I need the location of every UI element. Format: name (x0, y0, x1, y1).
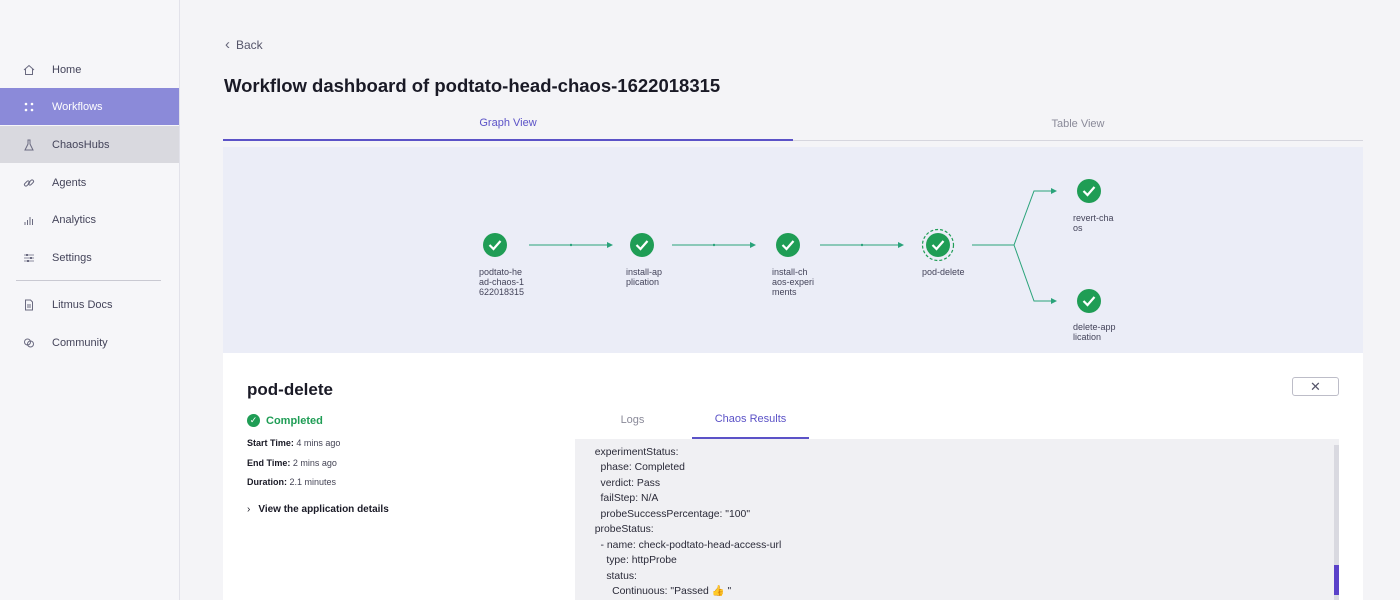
status-badge: ✓ Completed (247, 414, 323, 427)
end-time-label: End Time: (247, 458, 291, 468)
sidebar-divider (16, 280, 161, 281)
duration-value: 2.1 minutes (289, 477, 337, 487)
bar-chart-icon (22, 213, 36, 227)
view-application-details-label: View the application details (258, 504, 389, 515)
node-title: pod-delete (247, 380, 333, 399)
edge-pod-delete-delete-app (1013, 244, 1057, 304)
tab-table-view[interactable]: Table View (793, 106, 1363, 141)
node-status-icon (630, 233, 654, 257)
sidebar-item-label: ChaosHubs (52, 138, 110, 151)
node-label-line: podtato-he (479, 267, 522, 277)
chevron-right-icon: › (247, 504, 251, 515)
chevron-left-icon: ‹ (225, 36, 230, 53)
node-label-line: aos-experi (772, 277, 814, 287)
sidebar-item-settings[interactable]: Settings (0, 239, 179, 276)
page-title: Workflow dashboard of podtato-head-chaos… (224, 75, 721, 96)
sidebar-item-community[interactable]: Community (0, 324, 179, 361)
duration: Duration: 2.1 minutes (247, 477, 336, 487)
node-label-line: ments (772, 287, 797, 297)
sidebar-item-workflows[interactable]: Workflows (0, 88, 179, 125)
chaos-results-text: status: experimentStatus: phase: Complet… (589, 439, 782, 597)
node-label-line: install-ch (772, 267, 808, 277)
sidebar-item-label: Workflows (52, 100, 103, 113)
node-label-line: pod-delete (922, 267, 965, 277)
graph-node-revert-chaos: revert-cha os (1073, 179, 1114, 233)
node-label-line: plication (626, 277, 659, 287)
node-label-line: install-ap (626, 267, 662, 277)
end-time: End Time: 2 mins ago (247, 458, 337, 468)
workflows-icon (22, 100, 36, 114)
result-tabs: Logs Chaos Results (575, 400, 1339, 439)
sidebar: Home Workflows ChaosHubs Agents Analytic… (0, 0, 180, 600)
sidebar-item-label: Litmus Docs (52, 298, 113, 311)
edge-pod-delete-revert (972, 188, 1057, 246)
sidebar-item-analytics[interactable]: Analytics (0, 201, 179, 238)
view-application-details[interactable]: › View the application details (247, 504, 389, 515)
home-icon (22, 63, 36, 77)
start-time-label: Start Time: (247, 438, 294, 448)
check-circle-icon: ✓ (247, 414, 260, 427)
sidebar-item-agents[interactable]: Agents (0, 164, 179, 201)
close-icon: ✕ (1310, 378, 1321, 394)
node-status-icon (483, 233, 507, 257)
end-time-value: 2 mins ago (292, 458, 337, 468)
node-status-icon (1077, 179, 1101, 203)
node-label-line: delete-app (1073, 322, 1116, 332)
graph-node-root: podtato-he ad-chaos-1 622018315 (479, 233, 524, 297)
sidebar-item-label: Agents (52, 176, 87, 189)
document-icon (22, 298, 36, 312)
graph-node-delete-application: delete-app lication (1073, 289, 1116, 342)
tab-logs[interactable]: Logs (575, 400, 690, 439)
chaos-results-viewer[interactable]: status: experimentStatus: phase: Complet… (575, 439, 1339, 600)
workflow-graph[interactable]: podtato-he ad-chaos-1 622018315 install-… (223, 147, 1363, 353)
node-label-line: ad-chaos-1 (479, 277, 524, 287)
sidebar-item-label: Settings (52, 251, 92, 264)
sidebar-item-home[interactable]: Home (0, 51, 179, 88)
back-button[interactable]: ‹ Back (225, 36, 263, 53)
duration-label: Duration: (247, 477, 287, 487)
close-button[interactable]: ✕ (1292, 377, 1339, 396)
scrollbar-thumb[interactable] (1334, 565, 1339, 595)
graph-node-install-application: install-ap plication (626, 233, 662, 287)
flask-icon (22, 138, 36, 152)
view-tabs: Graph View Table View (223, 106, 1363, 141)
back-label: Back (236, 37, 263, 52)
link-icon (22, 176, 36, 190)
sidebar-item-litmus-docs[interactable]: Litmus Docs (0, 286, 179, 323)
node-label-line: revert-cha (1073, 213, 1114, 223)
status-label: Completed (266, 414, 323, 427)
node-status-icon (776, 233, 800, 257)
graph-node-install-chaos-experiments: install-ch aos-experi ments (772, 233, 814, 297)
start-time: Start Time: 4 mins ago (247, 438, 340, 448)
sidebar-item-label: Home (52, 63, 82, 76)
start-time-value: 4 mins ago (296, 438, 341, 448)
sidebar-item-label: Community (52, 336, 108, 349)
community-icon (22, 336, 36, 350)
tab-graph-view[interactable]: Graph View (223, 106, 793, 141)
node-label-line: os (1073, 223, 1083, 233)
node-label-line: 622018315 (479, 287, 524, 297)
sidebar-item-chaoshubs[interactable]: ChaosHubs (0, 126, 179, 163)
graph-node-pod-delete: pod-delete (921, 228, 965, 277)
node-details-panel: pod-delete ✓ Completed Start Time: 4 min… (223, 353, 1363, 600)
node-label-line: lication (1073, 332, 1101, 342)
workflow-graph-svg: podtato-he ad-chaos-1 622018315 install-… (479, 179, 1116, 342)
sliders-icon (22, 251, 36, 265)
node-status-icon (926, 233, 950, 257)
node-status-icon (1077, 289, 1101, 313)
tab-chaos-results[interactable]: Chaos Results (692, 400, 809, 439)
sidebar-item-label: Analytics (52, 213, 97, 226)
